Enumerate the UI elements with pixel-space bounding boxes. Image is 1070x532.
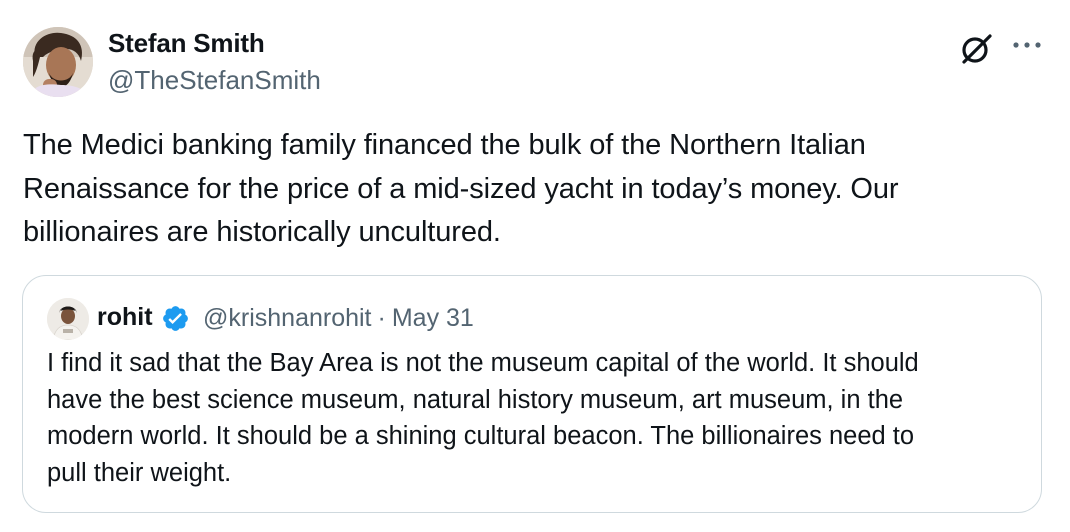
quoted-tweet-meta: @krishnanrohit · May 31 bbox=[203, 304, 474, 333]
quoted-author-name[interactable]: rohit bbox=[97, 303, 153, 332]
tweet: Stefan Smith @TheStefanSmith The Medici … bbox=[0, 0, 1070, 532]
quoted-tweet-text: I find it sad that the Bay Area is not t… bbox=[47, 349, 919, 487]
more-options-icon[interactable] bbox=[1010, 32, 1044, 58]
tweet-text: The Medici banking family financed the b… bbox=[23, 129, 899, 248]
author-handle[interactable]: @TheStefanSmith bbox=[108, 65, 321, 96]
verified-badge-icon bbox=[161, 304, 190, 333]
author-avatar[interactable] bbox=[23, 27, 93, 97]
quoted-author-avatar[interactable] bbox=[47, 298, 89, 340]
author-display-name[interactable]: Stefan Smith bbox=[108, 28, 265, 59]
quoted-tweet-card[interactable]: rohit @krishnanrohit · May 31 I find it sa… bbox=[22, 275, 1042, 513]
grok-icon[interactable] bbox=[958, 29, 996, 67]
meta-separator: · bbox=[377, 304, 386, 332]
quoted-tweet-date[interactable]: May 31 bbox=[392, 304, 474, 332]
quoted-author-handle[interactable]: @krishnanrohit bbox=[203, 304, 372, 332]
